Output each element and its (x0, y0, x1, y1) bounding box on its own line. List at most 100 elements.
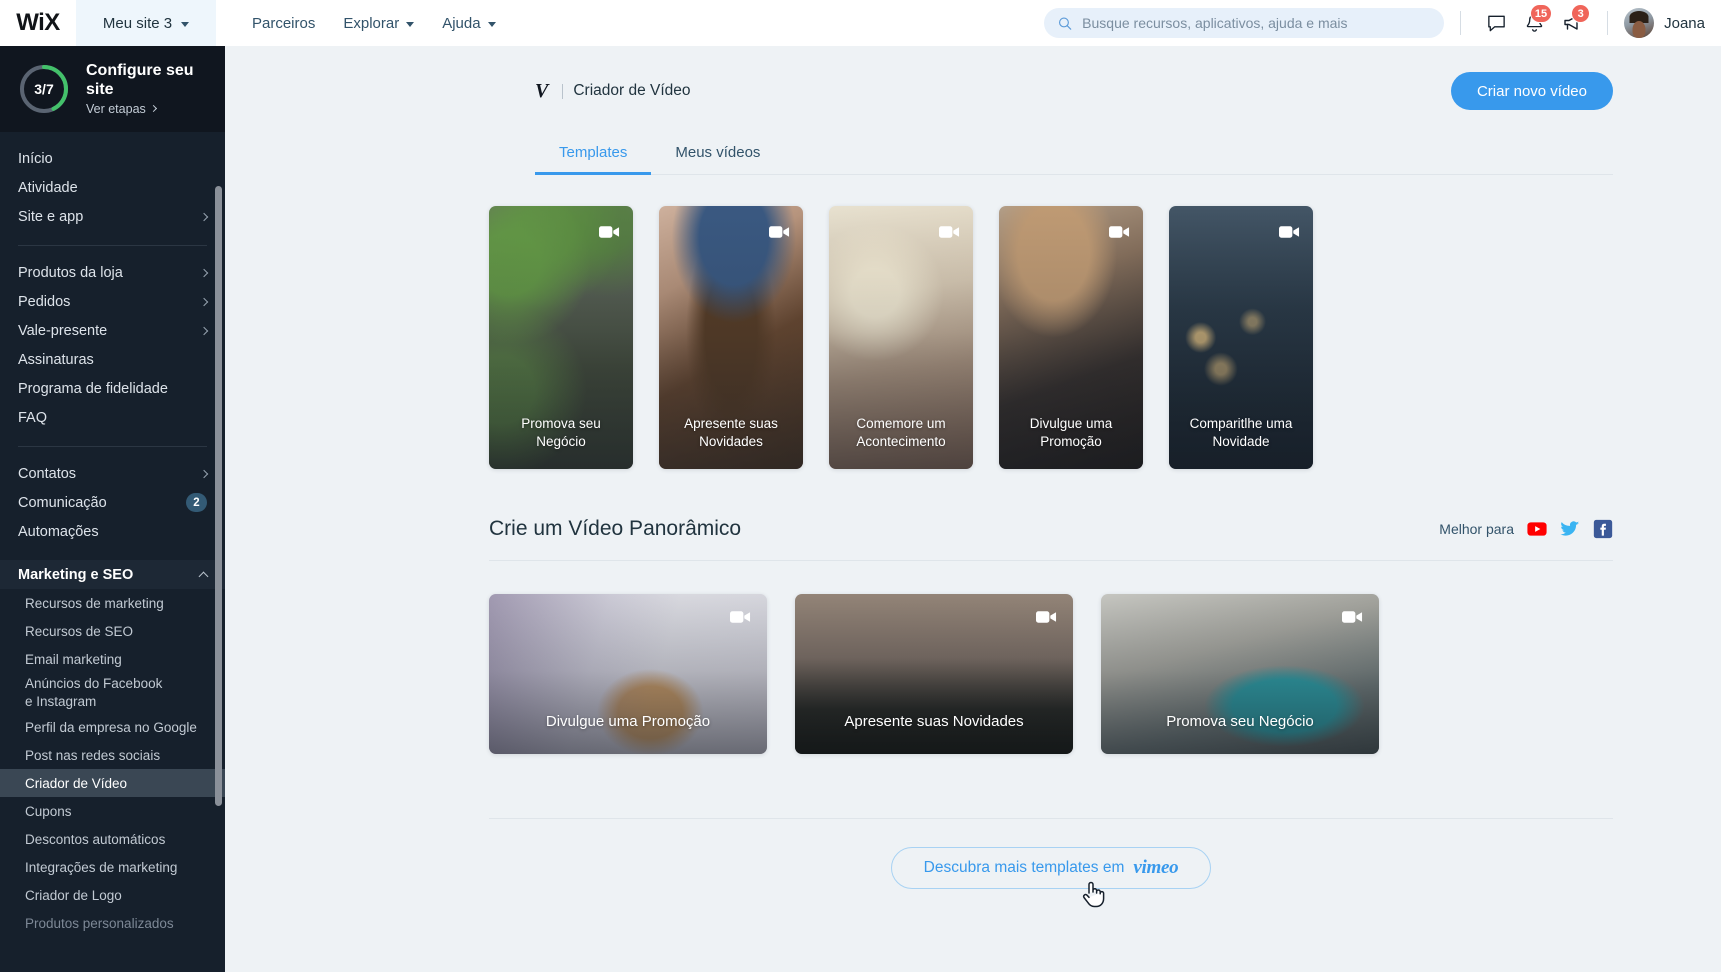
video-camera-icon (1036, 611, 1057, 623)
template-label-line2: Promoção (1040, 434, 1102, 450)
sidebar-item-contatos[interactable]: Contatos (0, 459, 225, 488)
template-card[interactable]: Comemore um Acontecimento (829, 206, 973, 469)
sidebar-subitem-label: Criador de Vídeo (25, 775, 128, 791)
top-nav-item-parceiros[interactable]: Parceiros (252, 15, 315, 32)
sidebar-item-comunicacao[interactable]: Comunicação 2 (0, 488, 225, 517)
sidebar-item-pedidos[interactable]: Pedidos (0, 287, 225, 316)
sidebar-item-faq[interactable]: FAQ (0, 403, 225, 432)
template-card[interactable]: Promova seu Negócio (489, 206, 633, 469)
top-nav-item-explorar[interactable]: Explorar (343, 15, 415, 32)
sidebar-subitem-descontos-automaticos[interactable]: Descontos automáticos (0, 825, 225, 853)
tab-meus-videos[interactable]: Meus vídeos (651, 134, 784, 174)
sidebar-item-label: Pedidos (18, 293, 71, 310)
sidebar-scrollbar-thumb[interactable] (215, 186, 222, 806)
discover-label: Descubra mais templates em (923, 859, 1125, 876)
sidebar-subitem-label: Descontos automáticos (25, 831, 166, 847)
setup-steps-link[interactable]: Ver etapas (86, 102, 196, 116)
announcements-button[interactable]: 3 (1553, 4, 1591, 42)
best-for-label: Melhor para (1439, 521, 1514, 537)
panoramic-title: Crie um Vídeo Panorâmico (489, 517, 742, 540)
template-card[interactable]: Apresente suas Novidades (659, 206, 803, 469)
sidebar-subitem-criador-de-video[interactable]: Criador de Vídeo (0, 769, 225, 797)
sidebar-subitem-recursos-de-marketing[interactable]: Recursos de marketing (0, 589, 225, 617)
site-switcher[interactable]: Meu site 3 (76, 0, 216, 46)
sidebar-group-store: Produtos da loja Pedidos Vale-presente A… (0, 258, 225, 432)
sidebar-subitem-email-marketing[interactable]: Email marketing (0, 645, 225, 673)
video-camera-icon (1109, 226, 1130, 238)
panoramic-card-label: Divulgue uma Promoção (545, 713, 711, 730)
vimeo-logo-icon: V (535, 79, 549, 102)
announcements-badge: 3 (1571, 4, 1591, 23)
sidebar-item-label: Contatos (18, 465, 77, 482)
sidebar-divider (18, 245, 207, 246)
sidebar-item-produtos-da-loja[interactable]: Produtos da loja (0, 258, 225, 287)
vimeo-wordmark: vimeo (1133, 857, 1179, 878)
sidebar-group-main: Início Atividade Site e app (0, 144, 225, 231)
sidebar-item-vale-presente[interactable]: Vale-presente (0, 316, 225, 345)
template-label-line1: Apresente suas (684, 416, 778, 432)
twitter-icon[interactable] (1560, 519, 1580, 539)
top-nav-item-ajuda[interactable]: Ajuda (442, 15, 496, 32)
panoramic-section-header: Crie um Vídeo Panorâmico Melhor para (489, 517, 1613, 561)
sidebar-item-atividade[interactable]: Atividade (0, 173, 225, 202)
sidebar-subitem-recursos-de-seo[interactable]: Recursos de SEO (0, 617, 225, 645)
chevron-right-icon (199, 297, 209, 306)
setup-progress-card[interactable]: 3/7 Configure seu site Ver etapas (0, 46, 225, 132)
tab-templates[interactable]: Templates (535, 134, 652, 175)
notifications-button[interactable]: 15 (1515, 4, 1553, 42)
sidebar-subitem-produtos-personalizados[interactable]: Produtos personalizados (0, 909, 225, 937)
video-camera-icon (599, 226, 620, 238)
create-new-video-button[interactable]: Criar novo vídeo (1450, 72, 1613, 110)
video-camera-icon (1342, 611, 1363, 623)
sidebar-item-label: Vale-presente (18, 322, 108, 339)
sidebar-item-assinaturas[interactable]: Assinaturas (0, 345, 225, 374)
top-bar-right: 15 3 Joana (1044, 0, 1721, 46)
panoramic-card[interactable]: Divulgue uma Promoção (489, 594, 767, 754)
sidebar-subitem-cupons[interactable]: Cupons (0, 797, 225, 825)
divider (562, 83, 564, 99)
sidebar-item-automacoes[interactable]: Automações (0, 517, 225, 546)
sidebar-item-inicio[interactable]: Início (0, 144, 225, 173)
chevron-right-icon (199, 268, 209, 277)
sidebar-item-programa-de-fidelidade[interactable]: Programa de fidelidade (0, 374, 225, 403)
template-card[interactable]: Divulgue uma Promoção (999, 206, 1143, 469)
setup-link-label: Ver etapas (86, 101, 146, 116)
facebook-icon[interactable] (1593, 519, 1613, 539)
discover-more-templates-button[interactable]: Descubra mais templates em vimeo (890, 847, 1212, 889)
sidebar-item-label: Automações (18, 523, 99, 540)
wix-logo[interactable]: WiX (0, 0, 76, 46)
tab-label: Templates (559, 144, 628, 161)
sidebar-subitem-label: Produtos personalizados (25, 915, 174, 931)
sidebar-subitem-label: Perfil da empresa no Google (25, 719, 197, 735)
sidebar-subitem-post-redes-sociais[interactable]: Post nas redes sociais (0, 741, 225, 769)
sidebar-subitem-criador-de-logo[interactable]: Criador de Logo (0, 881, 225, 909)
notifications-badge: 15 (1529, 4, 1553, 23)
panoramic-card[interactable]: Promova seu Negócio (1101, 594, 1379, 754)
tab-label: Meus vídeos (675, 144, 761, 161)
sidebar-group-crm: Contatos Comunicação 2 Automações (0, 459, 225, 546)
search-box[interactable] (1044, 8, 1445, 38)
sidebar-subitem-anuncios-facebook-instagram[interactable]: Anúncios do Facebook e Instagram (0, 673, 225, 713)
panoramic-card[interactable]: Apresente suas Novidades (795, 594, 1073, 754)
search-input[interactable] (1082, 15, 1431, 31)
video-camera-icon (769, 226, 790, 238)
chat-icon-button[interactable] (1477, 4, 1515, 42)
sidebar-subitem-integracoes-de-marketing[interactable]: Integrações de marketing (0, 853, 225, 881)
sidebar-nav: Início Atividade Site e app Produtos da … (0, 132, 225, 972)
site-switcher-label: Meu site 3 (102, 14, 173, 32)
template-card-label: Comemore um Acontecimento (837, 415, 965, 451)
sidebar-item-label: Assinaturas (18, 351, 94, 368)
sidebar-subitem-perfil-empresa-google[interactable]: Perfil da empresa no Google (0, 713, 225, 741)
sidebar-item-marketing-e-seo[interactable]: Marketing e SEO (0, 560, 225, 589)
divider (1607, 11, 1609, 35)
chevron-down-icon (487, 21, 496, 27)
template-label-line1: Comemore um (856, 416, 946, 432)
template-card[interactable]: Comparitlhe uma Novidade (1169, 206, 1313, 469)
sidebar-scrollbar[interactable] (215, 138, 222, 918)
user-menu[interactable]: Joana (1624, 8, 1711, 38)
tab-bar: Templates Meus vídeos (535, 134, 1613, 175)
youtube-icon[interactable] (1527, 519, 1547, 539)
chevron-down-icon (181, 21, 190, 27)
chevron-up-icon (198, 571, 209, 582)
sidebar-item-site-e-app[interactable]: Site e app (0, 202, 225, 231)
